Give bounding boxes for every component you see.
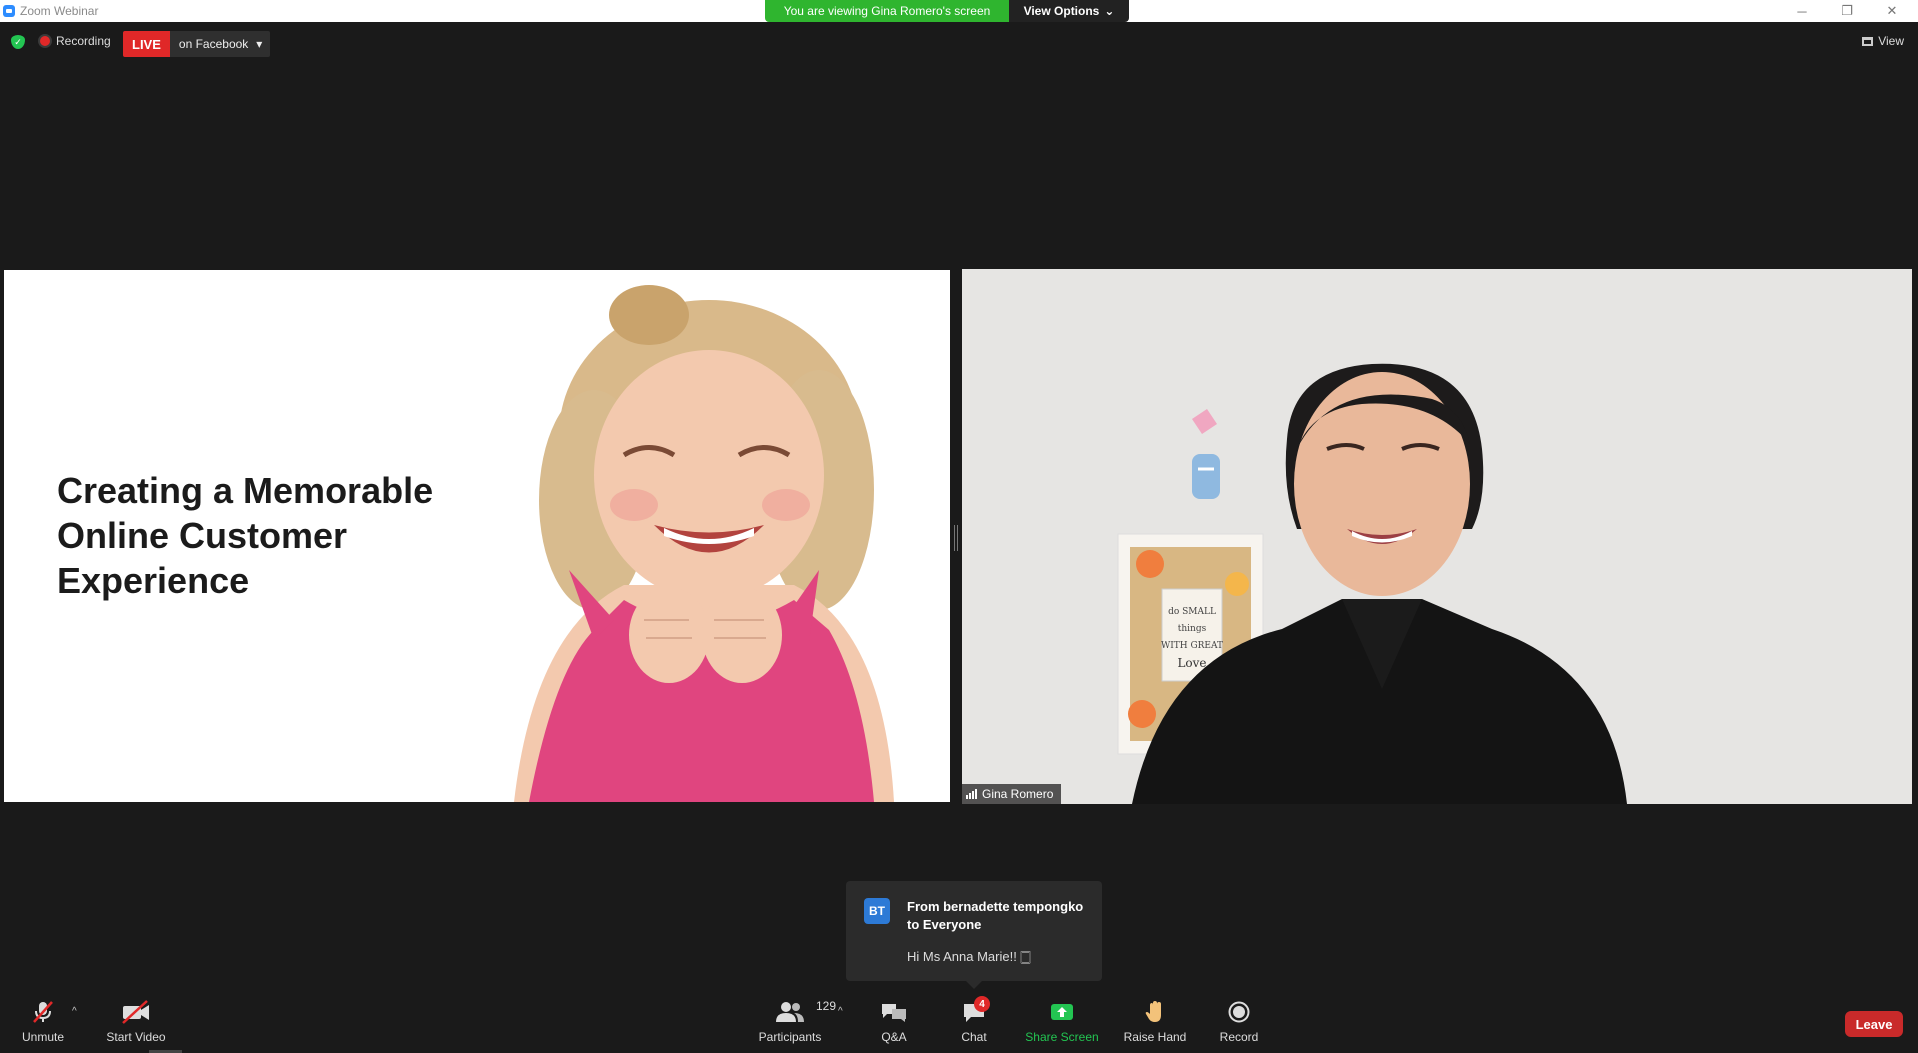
start-video-button[interactable]: Start Video <box>96 1000 176 1048</box>
live-badge: LIVE <box>123 31 170 57</box>
chat-message-text: Hi Ms Anna Marie!! 🀆 <box>907 949 1031 964</box>
live-target-label: on Facebook <box>178 37 249 51</box>
record-icon <box>1221 1000 1257 1024</box>
raise-hand-icon <box>1137 1000 1173 1024</box>
zoom-app-icon <box>3 5 15 17</box>
window-title: Zoom Webinar <box>20 4 99 18</box>
raise-hand-button[interactable]: Raise Hand <box>1115 1000 1195 1048</box>
smiling-girl-image <box>514 285 894 802</box>
close-button[interactable]: ✕ <box>1870 0 1914 22</box>
record-button[interactable]: Record <box>1199 1000 1279 1048</box>
slide-title: Creating a Memorable Online Customer Exp… <box>57 470 434 601</box>
viewing-screen-text: You are viewing Gina Romero's screen <box>783 4 991 18</box>
share-screen-label: Share Screen <box>1025 1030 1099 1044</box>
chevron-down-icon: ⌄ <box>1104 4 1115 18</box>
share-screen-icon <box>1044 1000 1080 1024</box>
panel-splitter-handle[interactable] <box>954 525 958 551</box>
unmute-button[interactable]: Unmute <box>3 1000 83 1048</box>
live-stream-indicator[interactable]: LIVE on Facebook ▾ <box>123 31 271 57</box>
viewing-screen-banner: You are viewing Gina Romero's screen <box>765 0 1009 22</box>
qa-button[interactable]: Q&A <box>854 1000 934 1048</box>
chat-sender-line: From bernadette tempongko to Everyone <box>907 899 1084 932</box>
grid-view-icon <box>1862 36 1874 46</box>
unmute-label: Unmute <box>21 1030 65 1044</box>
leave-button[interactable]: Leave <box>1845 1011 1903 1037</box>
video-off-icon <box>118 1000 154 1024</box>
speaker-video-panel: do SMALL things WITH GREAT Love Gina Rom… <box>962 269 1912 804</box>
record-label: Record <box>1219 1030 1259 1044</box>
chat-notification-popup[interactable]: BT From bernadette tempongko to Everyone… <box>846 881 1102 989</box>
chat-label: Chat <box>961 1030 987 1044</box>
view-options-button[interactable]: View Options ⌄ <box>1009 0 1129 22</box>
chat-unread-badge: 4 <box>974 996 990 1012</box>
record-dot-icon <box>40 36 50 46</box>
participants-options-caret[interactable]: ^ <box>838 1006 843 1017</box>
sign-line-2: things <box>1178 624 1207 634</box>
chat-bubble-icon: 4 <box>956 996 992 1024</box>
speaker-video-image: do SMALL things WITH GREAT Love <box>962 269 1912 804</box>
avatar: BT <box>864 898 890 924</box>
view-layout-button[interactable]: View <box>1862 34 1904 48</box>
restore-button[interactable]: ❐ <box>1825 0 1869 22</box>
share-screen-button[interactable]: Share Screen <box>1022 1000 1102 1048</box>
minimize-button[interactable]: ─ <box>1780 0 1824 22</box>
view-options-label: View Options <box>1023 4 1100 18</box>
participant-name: Gina Romero <box>982 787 1054 801</box>
qa-bubbles-icon <box>876 1000 912 1024</box>
caret-down-icon: ▾ <box>256 37 263 51</box>
raise-hand-label: Raise Hand <box>1123 1030 1187 1044</box>
recording-label: Recording <box>56 34 111 48</box>
sign-line-1: do SMALL <box>1168 607 1216 617</box>
participants-icon: 129 <box>772 999 836 1024</box>
muted-microphone-icon <box>25 1000 61 1024</box>
qa-label: Q&A <box>881 1030 907 1044</box>
chat-button[interactable]: 4 Chat <box>934 996 1014 1048</box>
live-target-dropdown[interactable]: on Facebook ▾ <box>169 31 271 57</box>
recording-indicator[interactable]: Recording <box>40 34 111 48</box>
audio-options-caret[interactable]: ^ <box>72 1006 77 1017</box>
participants-label: Participants <box>758 1030 822 1044</box>
sign-line-3: WITH GREAT <box>1161 641 1223 651</box>
view-label: View <box>1878 34 1904 48</box>
participants-count: 129 <box>816 999 837 1013</box>
signal-strength-icon <box>966 789 977 799</box>
sign-line-4: Love <box>1177 656 1206 670</box>
participant-name-tag: Gina Romero <box>962 784 1062 804</box>
start-video-label: Start Video <box>106 1030 166 1044</box>
participants-button[interactable]: 129 Participants <box>750 999 836 1048</box>
encryption-shield-icon[interactable]: ✓ <box>11 35 25 49</box>
shared-screen-panel: Creating a Memorable Online Customer Exp… <box>4 270 950 802</box>
